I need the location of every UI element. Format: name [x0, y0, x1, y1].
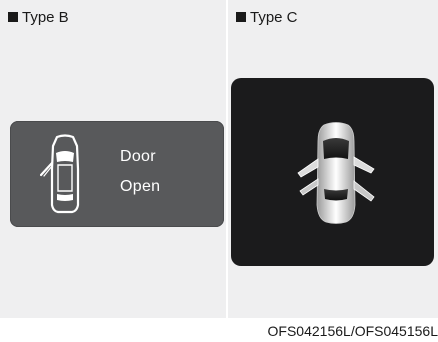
- type-b-door-open-display: Door Open: [10, 121, 224, 227]
- car-door-open-outline-icon: [40, 134, 80, 214]
- type-c-panel: Type C: [228, 0, 438, 318]
- type-b-label: Type B: [22, 9, 69, 26]
- bullet-square-icon: [8, 12, 18, 22]
- bullet-square-icon: [236, 12, 246, 22]
- type-c-label-row: Type C: [236, 9, 298, 27]
- type-b-label-row: Type B: [8, 9, 69, 27]
- car-doors-open-3d-icon: [297, 122, 375, 224]
- door-text: Door: [120, 148, 156, 165]
- open-text: Open: [120, 178, 161, 195]
- type-c-label: Type C: [250, 9, 298, 26]
- figure-code-caption: OFS042156L/OFS045156L: [267, 323, 438, 339]
- type-c-door-open-display: [231, 78, 434, 266]
- type-b-panel: Type B Door Open: [0, 0, 226, 318]
